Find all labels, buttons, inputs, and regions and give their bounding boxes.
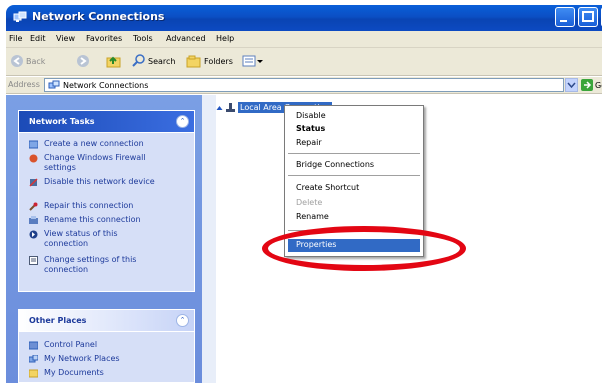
go-label: Go xyxy=(595,80,602,90)
place-my-documents[interactable]: My Documents xyxy=(29,368,104,378)
search-button[interactable]: Search xyxy=(132,54,175,68)
views-icon xyxy=(242,55,263,67)
collapse-arrow-icon xyxy=(216,105,223,110)
forward-button[interactable] xyxy=(76,54,90,68)
go-button[interactable]: Go xyxy=(581,79,602,91)
folders-label: Folders xyxy=(204,56,233,66)
back-arrow-icon xyxy=(11,55,23,67)
go-arrow-icon xyxy=(581,79,593,91)
place-my-network-places[interactable]: My Network Places xyxy=(29,354,120,364)
task-label: Rename this connection xyxy=(44,215,141,224)
task-repair-connection[interactable]: Repair this connection xyxy=(29,201,133,211)
address-input[interactable]: Network Connections xyxy=(44,78,564,92)
ctx-create-shortcut[interactable]: Create Shortcut xyxy=(296,183,359,192)
lan-connection-icon xyxy=(226,102,235,112)
network-tasks-panel: Network Tasks ⌃ Create a new connection … xyxy=(18,110,195,292)
folder-up-icon xyxy=(106,56,121,68)
place-label: Control Panel xyxy=(44,340,98,349)
menu-file[interactable]: File xyxy=(9,34,22,43)
collapse-chevron-icon[interactable]: ⌃ xyxy=(176,115,189,128)
window-title: Network Connections xyxy=(32,10,165,23)
place-label: My Documents xyxy=(44,368,104,377)
search-icon xyxy=(132,54,145,67)
search-label: Search xyxy=(148,56,176,66)
folders-icon xyxy=(186,55,201,68)
task-change-settings[interactable]: Change settings of this connection xyxy=(29,255,159,275)
network-connections-icon xyxy=(48,80,60,89)
minimize-button[interactable] xyxy=(555,7,575,27)
address-value: Network Connections xyxy=(63,81,149,90)
maximize-icon xyxy=(582,11,594,22)
ctx-repair[interactable]: Repair xyxy=(296,138,322,147)
ctx-status[interactable]: Status xyxy=(296,124,325,133)
back-label: Back xyxy=(26,56,46,66)
explorer-window: Network Connections File Edit View Favor… xyxy=(0,0,602,383)
settings-icon xyxy=(29,256,38,265)
menu-advanced[interactable]: Advanced xyxy=(166,34,206,43)
network-tasks-title: Network Tasks xyxy=(29,117,95,126)
collapse-chevron-icon[interactable]: ⌃ xyxy=(176,314,189,327)
task-label: Change Windows Firewall settings xyxy=(44,153,146,172)
network-connections-icon xyxy=(13,11,27,22)
task-disable-device[interactable]: Disable this network device xyxy=(29,177,159,187)
task-view-status[interactable]: View status of this connection xyxy=(29,229,159,249)
menu-favorites[interactable]: Favorites xyxy=(86,34,122,43)
menu-help[interactable]: Help xyxy=(216,34,234,43)
repair-icon xyxy=(29,202,38,211)
toolbar: Back Search Folders xyxy=(6,48,602,76)
pane-splitter[interactable] xyxy=(202,95,216,383)
folders-button[interactable]: Folders xyxy=(186,54,233,68)
rename-icon xyxy=(29,216,38,224)
menu-tools[interactable]: Tools xyxy=(133,34,153,43)
maximize-button[interactable] xyxy=(578,7,598,27)
network-places-icon xyxy=(29,355,38,363)
address-bar: Address Network Connections Go xyxy=(6,77,602,94)
menu-edit[interactable]: Edit xyxy=(30,34,46,43)
my-documents-icon xyxy=(29,369,38,378)
ctx-separator xyxy=(288,175,420,176)
network-tasks-header[interactable]: Network Tasks ⌃ xyxy=(19,111,194,133)
disable-device-icon xyxy=(29,178,38,187)
up-button[interactable] xyxy=(106,54,122,68)
firewall-icon xyxy=(29,154,38,163)
menu-bar: File Edit View Favorites Tools Advanced … xyxy=(6,31,602,48)
back-button[interactable]: Back xyxy=(10,54,45,68)
annotation-circle xyxy=(262,226,466,271)
ctx-bridge-connections[interactable]: Bridge Connections xyxy=(296,160,374,169)
task-label: Repair this connection xyxy=(44,201,134,210)
task-label: Create a new connection xyxy=(44,139,144,148)
menu-view[interactable]: View xyxy=(56,34,75,43)
place-control-panel[interactable]: Control Panel xyxy=(29,340,97,350)
place-label: My Network Places xyxy=(44,354,120,363)
minimize-icon xyxy=(560,20,567,22)
views-button[interactable] xyxy=(242,54,264,68)
status-icon xyxy=(29,230,38,239)
other-places-title: Other Places xyxy=(29,316,87,325)
title-bar[interactable]: Network Connections xyxy=(6,5,602,31)
address-label: Address xyxy=(8,80,40,89)
other-places-panel: Other Places ⌃ Control Panel My Network … xyxy=(18,309,195,383)
address-dropdown-button[interactable] xyxy=(565,78,578,92)
task-create-connection[interactable]: Create a new connection xyxy=(29,139,144,149)
task-firewall-settings[interactable]: Change Windows Firewall settings xyxy=(29,153,169,173)
forward-arrow-icon xyxy=(77,55,89,67)
ctx-disable[interactable]: Disable xyxy=(296,111,326,120)
ctx-rename[interactable]: Rename xyxy=(296,212,329,221)
ctx-delete: Delete xyxy=(296,198,323,207)
ctx-separator xyxy=(288,153,420,154)
other-places-header[interactable]: Other Places ⌃ xyxy=(19,310,194,332)
task-label: Change settings of this connection xyxy=(44,255,137,274)
task-label: View status of this connection xyxy=(44,229,118,248)
task-label: Disable this network device xyxy=(44,177,155,186)
new-connection-icon xyxy=(29,140,38,149)
chevron-down-icon xyxy=(567,82,576,89)
task-pane: Network Tasks ⌃ Create a new connection … xyxy=(6,95,202,383)
control-panel-icon xyxy=(29,341,38,350)
task-rename-connection[interactable]: Rename this connection xyxy=(29,215,141,225)
